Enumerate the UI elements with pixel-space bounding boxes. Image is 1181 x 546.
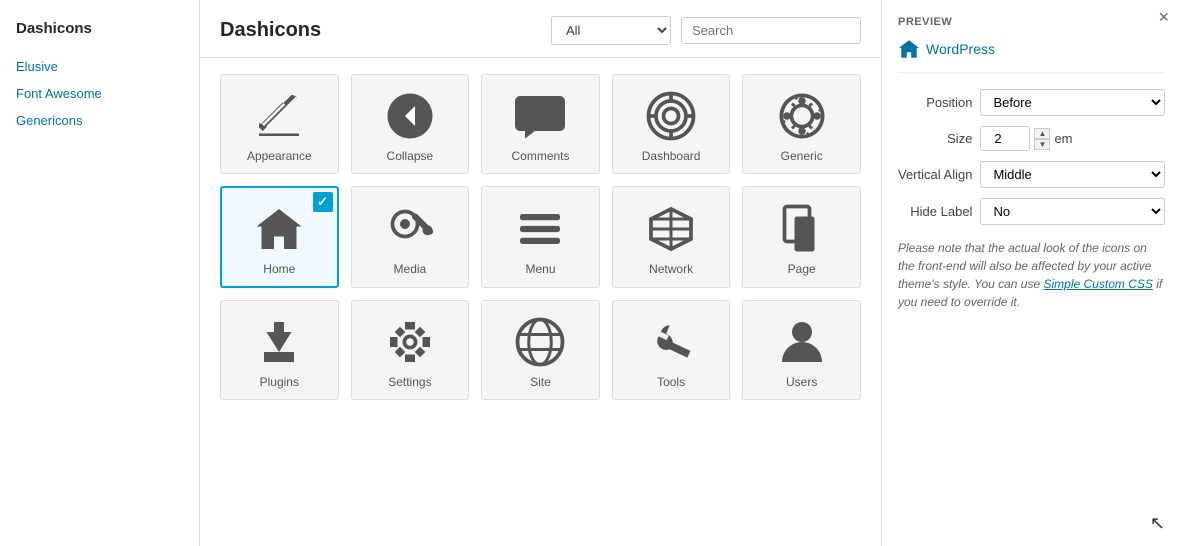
icon-label-site: Site bbox=[530, 375, 551, 389]
size-down-button[interactable]: ▼ bbox=[1034, 139, 1050, 150]
icon-label-menu: Menu bbox=[525, 262, 555, 276]
icon-label-tools: Tools bbox=[657, 375, 685, 389]
icon-item-media[interactable]: Media bbox=[351, 186, 470, 288]
size-spinners: ▲ ▼ bbox=[1034, 128, 1050, 150]
icon-label-settings: Settings bbox=[388, 375, 431, 389]
icon-item-comments[interactable]: Comments bbox=[481, 74, 600, 174]
icon-item-tools[interactable]: Tools bbox=[612, 300, 731, 400]
icon-item-network[interactable]: Network bbox=[612, 186, 731, 288]
preview-item: WordPress bbox=[898, 38, 1165, 73]
site-icon bbox=[515, 317, 565, 367]
settings-icon bbox=[385, 317, 435, 367]
main-content: Dashicons All Appearan bbox=[200, 0, 881, 546]
appearance-icon bbox=[254, 91, 304, 141]
icon-item-generic[interactable]: Generic bbox=[742, 74, 861, 174]
icon-item-home[interactable]: ✓ Home bbox=[220, 186, 339, 288]
size-up-button[interactable]: ▲ bbox=[1034, 128, 1050, 139]
users-icon bbox=[777, 317, 827, 367]
icon-item-collapse[interactable]: Collapse bbox=[351, 74, 470, 174]
hide-label-select[interactable]: No Yes bbox=[980, 198, 1165, 225]
filter-select[interactable]: All bbox=[551, 16, 671, 45]
icon-item-appearance[interactable]: Appearance bbox=[220, 74, 339, 174]
icon-item-site[interactable]: Site bbox=[481, 300, 600, 400]
preview-note: Please note that the actual look of the … bbox=[898, 239, 1165, 311]
preview-form: Position Before After Size ▲ ▼ em Vertic… bbox=[898, 89, 1165, 225]
valign-select[interactable]: Middle Top Bottom bbox=[980, 161, 1165, 188]
plugins-icon bbox=[254, 317, 304, 367]
icon-item-menu[interactable]: Menu bbox=[481, 186, 600, 288]
menu-icon bbox=[515, 204, 565, 254]
search-input[interactable] bbox=[681, 17, 861, 44]
preview-text: WordPress bbox=[926, 41, 995, 57]
collapse-icon bbox=[385, 91, 435, 141]
icon-label-media: Media bbox=[394, 262, 427, 276]
icon-label-comments: Comments bbox=[511, 149, 569, 163]
icon-label-home: Home bbox=[263, 262, 295, 276]
hide-label-label: Hide Label bbox=[898, 204, 972, 219]
icon-item-plugins[interactable]: Plugins bbox=[220, 300, 339, 400]
size-label: Size bbox=[898, 131, 972, 146]
size-control: ▲ ▼ em bbox=[980, 126, 1165, 151]
icon-label-collapse: Collapse bbox=[387, 149, 434, 163]
dashboard-icon bbox=[646, 91, 696, 141]
preview-panel: PREVIEW WordPress Position Before After … bbox=[881, 0, 1181, 546]
icon-label-appearance: Appearance bbox=[247, 149, 312, 163]
simple-custom-css-link[interactable]: Simple Custom CSS bbox=[1044, 277, 1153, 291]
valign-label: Vertical Align bbox=[898, 167, 972, 182]
media-icon bbox=[385, 204, 435, 254]
main-header: Dashicons All bbox=[200, 0, 881, 58]
preview-label: PREVIEW bbox=[898, 16, 1165, 28]
size-input[interactable] bbox=[980, 126, 1030, 151]
page-title: Dashicons bbox=[220, 19, 321, 42]
selected-checkmark: ✓ bbox=[313, 192, 333, 212]
icon-label-generic: Generic bbox=[781, 149, 823, 163]
tools-icon bbox=[646, 317, 696, 367]
sidebar-title: Dashicons bbox=[0, 16, 199, 53]
icon-label-page: Page bbox=[788, 262, 816, 276]
sidebar-item-genericons[interactable]: Genericons bbox=[0, 107, 199, 134]
preview-home-icon bbox=[898, 38, 920, 60]
icon-label-plugins: Plugins bbox=[260, 375, 299, 389]
icon-label-users: Users bbox=[786, 375, 817, 389]
generic-icon bbox=[777, 91, 827, 141]
icons-grid: Appearance Collapse bbox=[220, 74, 861, 400]
icon-item-dashboard[interactable]: Dashboard bbox=[612, 74, 731, 174]
sidebar: Dashicons Elusive Font Awesome Genericon… bbox=[0, 0, 200, 546]
position-select[interactable]: Before After bbox=[980, 89, 1165, 116]
sidebar-item-elusive[interactable]: Elusive bbox=[0, 53, 199, 80]
icons-grid-container: Appearance Collapse bbox=[200, 58, 881, 546]
sidebar-item-font-awesome[interactable]: Font Awesome bbox=[0, 80, 199, 107]
icon-item-settings[interactable]: Settings bbox=[351, 300, 470, 400]
position-label: Position bbox=[898, 95, 972, 110]
icon-label-dashboard: Dashboard bbox=[642, 149, 701, 163]
size-unit: em bbox=[1054, 131, 1072, 146]
page-icon bbox=[777, 204, 827, 254]
modal-container: × Dashicons Elusive Font Awesome Generic… bbox=[0, 0, 1181, 546]
comments-icon bbox=[515, 91, 565, 141]
icon-item-users[interactable]: Users bbox=[742, 300, 861, 400]
icon-label-network: Network bbox=[649, 262, 693, 276]
close-button[interactable]: × bbox=[1158, 8, 1169, 26]
icon-item-page[interactable]: Page bbox=[742, 186, 861, 288]
header-controls: All bbox=[551, 16, 861, 45]
network-icon bbox=[646, 204, 696, 254]
home-icon bbox=[254, 204, 304, 254]
